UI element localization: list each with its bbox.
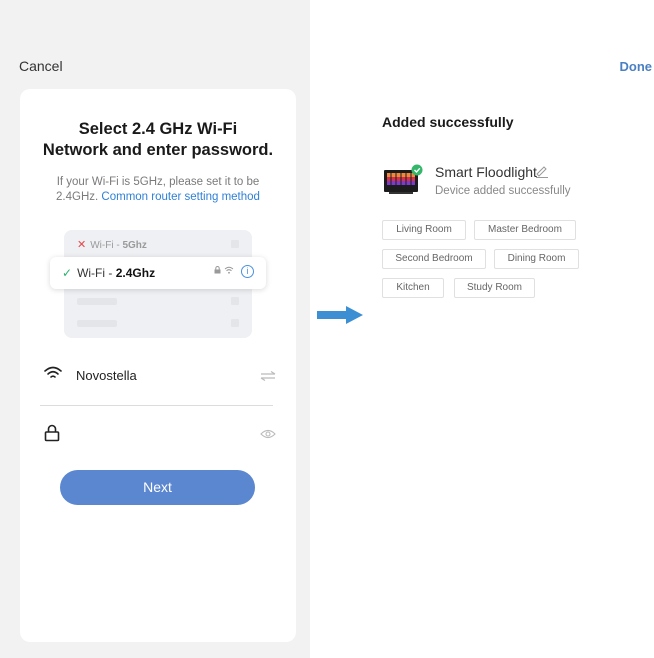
room-chip-living-room[interactable]: Living Room: [382, 220, 466, 240]
cancel-button[interactable]: Cancel: [19, 58, 63, 74]
ssid-field[interactable]: Novostella: [40, 361, 276, 391]
password-field[interactable]: [40, 419, 276, 449]
info-icon: i: [241, 265, 254, 278]
room-chip-study-room[interactable]: Study Room: [454, 278, 535, 298]
wifi-setup-screen: Cancel Select 2.4 GHz Wi-Fi Network and …: [0, 0, 310, 658]
wifi-5ghz-row: ✕ Wi-Fi - 5Ghz: [77, 238, 147, 251]
device-name: Smart Floodlight: [435, 164, 537, 180]
placeholder-dot: [231, 319, 239, 327]
field-divider: [40, 405, 273, 406]
room-chip-second-bedroom[interactable]: Second Bedroom: [382, 249, 486, 269]
wifi-5ghz-prefix: Wi-Fi -: [90, 240, 123, 251]
check-icon: ✓: [62, 266, 73, 280]
floodlight-thumbnail: [383, 164, 425, 201]
lock-icon: [44, 424, 60, 447]
done-button[interactable]: Done: [620, 59, 653, 74]
hint-line-2: 2.4GHz.: [56, 191, 99, 203]
switch-network-icon[interactable]: [260, 368, 276, 384]
password-input[interactable]: [76, 424, 246, 444]
success-check-icon: [411, 164, 423, 176]
placeholder-bar: [77, 298, 117, 305]
placeholder-bar: [77, 320, 117, 327]
wifi-24ghz-row: ✓ Wi-Fi - 2.4Ghz i: [50, 257, 266, 289]
placeholder-dot: [231, 297, 239, 305]
wifi-icon: [224, 266, 237, 277]
device-status: Device added successfully: [435, 185, 571, 197]
page-title: Select 2.4 GHz Wi-Fi Network and enter p…: [20, 119, 296, 161]
close-icon: ✕: [77, 239, 87, 251]
placeholder-dot: [231, 240, 239, 248]
arrow-right-icon: [317, 306, 363, 329]
added-title: Added successfully: [382, 114, 514, 130]
lock-icon: [214, 266, 224, 277]
eye-icon[interactable]: [260, 426, 276, 442]
wifi-5ghz-band: 5Ghz: [122, 240, 147, 251]
next-button[interactable]: Next: [60, 470, 255, 505]
ssid-value: Novostella: [76, 368, 137, 383]
wifi-icon: [44, 366, 62, 385]
room-chip-master-bedroom[interactable]: Master Bedroom: [474, 220, 576, 240]
title-line-1: Select 2.4 GHz Wi-Fi: [78, 120, 238, 138]
hint-line-1: If your Wi-Fi is 5GHz, please set it to …: [56, 176, 260, 188]
wifi-setup-card: Select 2.4 GHz Wi-Fi Network and enter p…: [20, 89, 296, 642]
room-chip-kitchen[interactable]: Kitchen: [382, 278, 444, 298]
router-setting-link[interactable]: Common router setting method: [101, 191, 260, 203]
wifi-24ghz-prefix: Wi-Fi -: [77, 266, 116, 280]
wifi-hint: If your Wi-Fi is 5GHz, please set it to …: [20, 175, 296, 205]
wifi-24ghz-band: 2.4Ghz: [115, 266, 156, 280]
edit-icon[interactable]: [535, 164, 549, 183]
title-line-2: Network and enter password.: [42, 141, 274, 159]
room-chip-dining-room[interactable]: Dining Room: [494, 249, 579, 269]
